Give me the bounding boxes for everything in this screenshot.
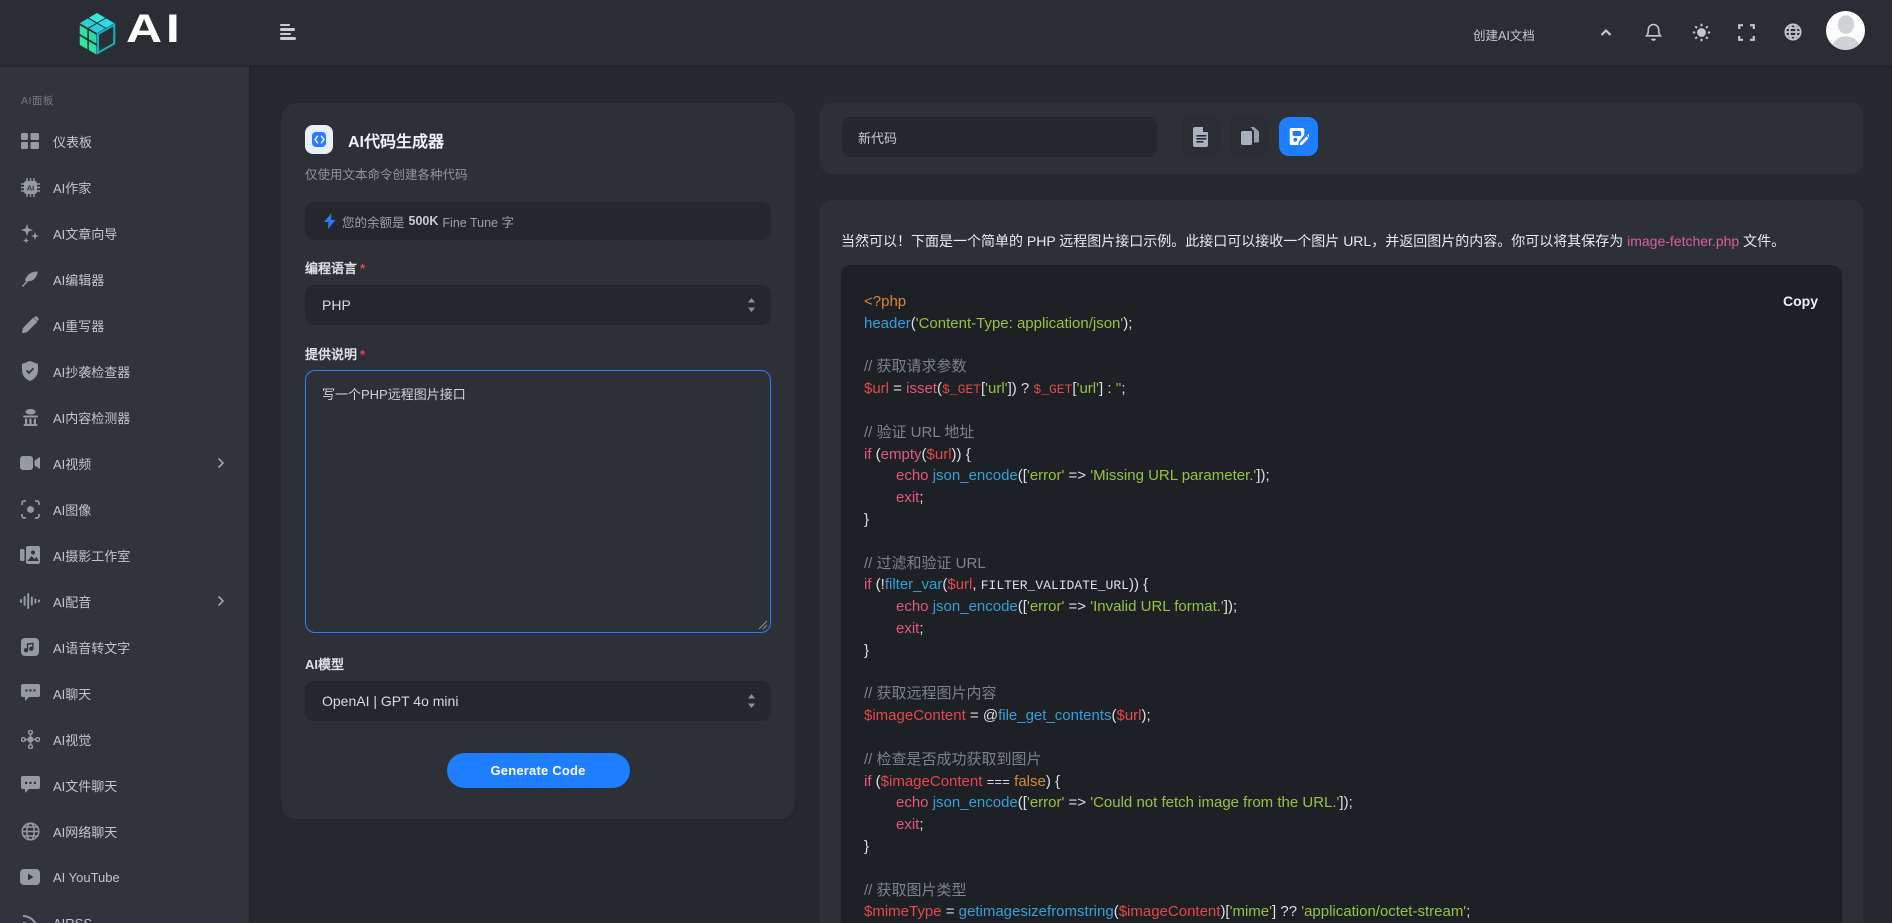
svg-text:AI: AI (26, 183, 34, 192)
